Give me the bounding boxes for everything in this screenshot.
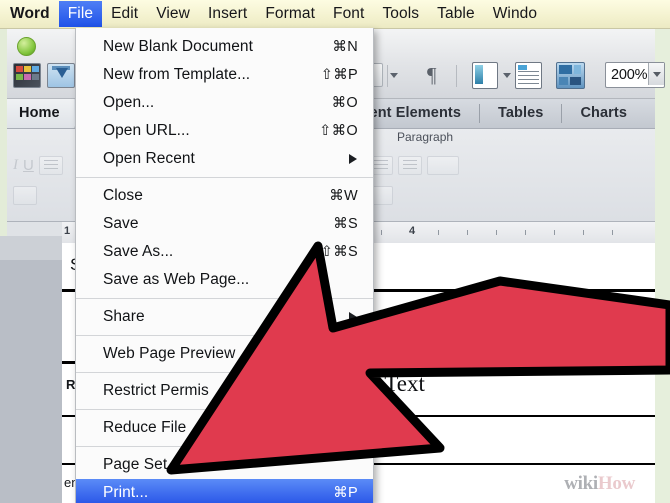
layout-dropdown-icon[interactable]	[503, 73, 511, 78]
style-ghost-icon[interactable]	[13, 186, 37, 205]
file-dropdown-menu: New Blank Document ⌘N New from Template.…	[75, 28, 374, 503]
show-hide-paragraph-icon[interactable]: ¶	[427, 63, 437, 88]
watermark-wiki: wiki	[564, 473, 598, 494]
menu-word[interactable]: Word	[0, 1, 59, 27]
menu-item-shortcut: ⌘O	[331, 95, 358, 111]
menu-item-shortcut: ⇧⌘O	[319, 123, 358, 139]
menu-tools[interactable]: Tools	[373, 1, 428, 27]
zoom-level-combobox[interactable]: 200%	[605, 62, 665, 88]
menu-item-shortcut: ⇧⌘S	[320, 244, 358, 260]
toolbox-icon[interactable]	[47, 63, 75, 88]
menu-item-new-from-template[interactable]: New from Template... ⇧⌘P	[76, 61, 373, 89]
tab-tables[interactable]: Tables	[482, 99, 559, 128]
menu-table[interactable]: Table	[428, 1, 484, 27]
submenu-arrow-icon	[349, 154, 357, 164]
italic-icon[interactable]: I	[13, 157, 18, 174]
menu-item-share[interactable]: Share	[76, 303, 373, 331]
menu-separator	[76, 335, 373, 336]
menu-item-label: Page Set	[103, 456, 168, 473]
menu-font[interactable]: Font	[324, 1, 373, 27]
menu-insert[interactable]: Insert	[199, 1, 256, 27]
menu-item-shortcut: ⌘P	[333, 485, 358, 501]
menu-item-label: Reduce File	[103, 419, 187, 436]
menu-edit[interactable]: Edit	[102, 1, 147, 27]
left-gutter-top	[0, 236, 62, 260]
media-browser-icon[interactable]	[13, 63, 41, 88]
menu-separator	[76, 446, 373, 447]
menu-item-label: New from Template...	[103, 66, 251, 83]
menu-item-restrict-permissions[interactable]: Restrict Permis	[76, 377, 373, 405]
menu-window[interactable]: Windo	[484, 1, 546, 27]
zoom-dropdown-button[interactable]	[648, 63, 664, 85]
tab-charts[interactable]: Charts	[564, 99, 643, 128]
table-header-cell: LAST NAME	[414, 316, 503, 332]
watermark-how: How	[597, 473, 635, 494]
menu-item-new-blank-document[interactable]: New Blank Document ⌘N	[76, 33, 373, 61]
menu-item-label: Share	[103, 308, 145, 325]
menu-item-shortcut: ⌘S	[333, 216, 358, 232]
borders-icon[interactable]	[427, 156, 459, 175]
menu-file[interactable]: File	[58, 1, 103, 27]
menu-item-save[interactable]: Save ⌘S	[76, 210, 373, 238]
tab-divider	[561, 104, 563, 123]
ruler-number: 1	[64, 225, 71, 237]
menu-separator	[76, 177, 373, 178]
menu-item-open-recent[interactable]: Open Recent	[76, 145, 373, 173]
paragraph-spacing-icon[interactable]	[398, 156, 422, 175]
menu-item-save-as[interactable]: Save As... ⇧⌘S	[76, 238, 373, 266]
menu-item-label: Save As...	[103, 243, 174, 260]
menu-separator	[76, 372, 373, 373]
menu-item-shortcut: ⌘N	[332, 39, 358, 55]
toolbar-ghost-icon[interactable]	[38, 156, 63, 175]
menu-item-close[interactable]: Close ⌘W	[76, 182, 373, 210]
menu-item-label: Open Recent	[103, 150, 195, 167]
menu-item-shortcut: ⇧⌘P	[320, 67, 358, 83]
submenu-arrow-icon	[349, 312, 357, 322]
menu-item-open[interactable]: Open... ⌘O	[76, 89, 373, 117]
table-left-label: R	[66, 377, 76, 392]
menu-item-save-as-web-page[interactable]: Save as Web Page...	[76, 266, 373, 294]
left-gutter	[0, 236, 62, 503]
menu-item-label: Print...	[103, 484, 149, 501]
tab-home[interactable]: Home	[7, 99, 88, 128]
wikihow-watermark: wikiHow	[564, 473, 635, 495]
menu-separator	[76, 298, 373, 299]
layout-view-icon[interactable]	[472, 62, 498, 89]
ribbon-group-label: Paragraph	[397, 130, 454, 144]
menu-item-label: Close	[103, 187, 143, 204]
mac-menu-bar: Word File Edit View Insert Format Font T…	[0, 0, 670, 29]
menu-view[interactable]: View	[147, 1, 199, 27]
menu-item-print[interactable]: Print... ⌘P	[76, 479, 373, 503]
gallery-icon[interactable]	[556, 62, 585, 89]
underline-icon[interactable]: U	[23, 157, 34, 174]
menu-item-label: Restrict Permis	[103, 382, 209, 399]
menu-separator	[76, 409, 373, 410]
menu-item-open-url[interactable]: Open URL... ⇧⌘O	[76, 117, 373, 145]
undo-dropdown-icon[interactable]	[390, 73, 398, 78]
menu-item-label: Save	[103, 215, 139, 232]
menu-item-label: Save as Web Page...	[103, 271, 250, 288]
menu-item-reduce-file-size[interactable]: Reduce File	[76, 414, 373, 442]
menu-item-label: Web Page Preview	[103, 345, 236, 362]
ruler-number: 4	[409, 225, 416, 237]
screenshot-root: 1 2 3 4 SEAS FILIPINO WORKER (OFW) LAST …	[0, 0, 670, 503]
menu-item-label: Open...	[103, 94, 155, 111]
menu-item-shortcut: ⌘W	[329, 188, 358, 204]
zoom-level-value: 200%	[611, 67, 648, 83]
menu-item-label: New Blank Document	[103, 38, 253, 55]
sheet-icon[interactable]	[515, 62, 542, 89]
menu-format[interactable]: Format	[256, 1, 324, 27]
menu-item-label: Open URL...	[103, 122, 190, 139]
window-right-edge	[655, 28, 670, 503]
menu-item-web-page-preview[interactable]: Web Page Preview	[76, 340, 373, 368]
tab-divider	[479, 104, 480, 123]
window-zoom-button[interactable]	[17, 37, 36, 56]
menu-item-page-setup[interactable]: Page Set	[76, 451, 373, 479]
